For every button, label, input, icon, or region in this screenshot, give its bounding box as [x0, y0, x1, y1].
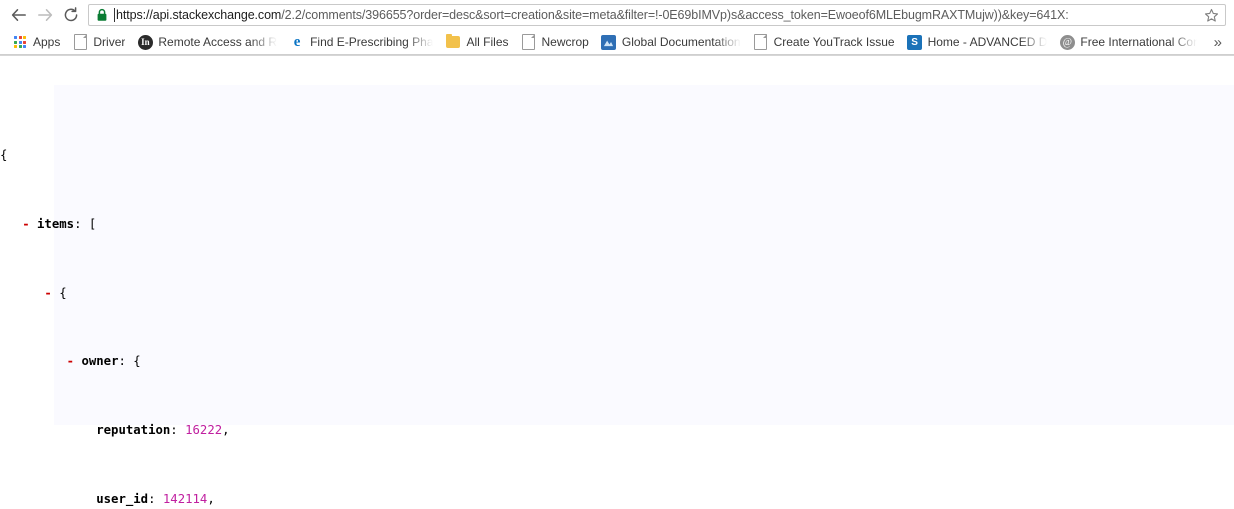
at-circle-icon: @: [1059, 34, 1075, 50]
collapse-toggle-item[interactable]: -: [44, 286, 51, 300]
value-reputation: 16222: [185, 423, 223, 438]
bookmark-remote-access[interactable]: In Remote Access and R: [132, 32, 282, 52]
bookmark-label: Newcrop: [541, 35, 589, 49]
edge-e-icon: e: [293, 33, 301, 50]
owner-open-brace: {: [133, 354, 141, 369]
bookmark-label: All Files: [466, 35, 509, 49]
bookmark-label: Driver: [93, 35, 126, 49]
address-bar-text: https://api.stackexchange.com/2.2/commen…: [116, 8, 1199, 22]
bookmark-global-documentation[interactable]: Global Documentation: [596, 32, 746, 52]
bookmark-newcrop[interactable]: Newcrop: [516, 32, 594, 52]
bookmark-apps[interactable]: Apps: [7, 32, 65, 52]
apps-grid-icon: [12, 34, 28, 50]
text-cursor: [114, 8, 115, 22]
bookmark-free-international[interactable]: @ Free International Cor: [1054, 32, 1202, 52]
key-owner: owner: [81, 354, 119, 369]
bookmark-label: Free International Cor: [1080, 35, 1198, 49]
bookmark-label: Create YouTrack Issue: [773, 35, 895, 49]
url-path: /2.2/comments/396655?order=desc&sort=cre…: [281, 8, 1069, 22]
bookmark-label: Find E-Prescribing Pha: [310, 35, 434, 49]
reload-icon: [62, 6, 80, 24]
collapse-toggle-items[interactable]: -: [22, 217, 29, 231]
collapse-toggle-owner[interactable]: -: [67, 354, 74, 368]
sharepoint-icon: S: [907, 34, 923, 50]
root-open-brace: {: [0, 148, 8, 163]
bookmark-label: Apps: [33, 35, 61, 49]
json-line: - items: [: [22, 216, 97, 231]
json-line: - owner: {: [66, 354, 141, 369]
blue-image-icon: [601, 34, 617, 50]
json-line: user_id: 142114,: [96, 492, 215, 506]
browser-toolbar: https://api.stackexchange.com/2.2/commen…: [0, 0, 1234, 30]
bookmark-home-advanced[interactable]: S Home - ADVANCED D: [902, 32, 1053, 52]
folder-icon: [445, 34, 461, 50]
json-viewer-page: { - items: [ - { - owner: { reputation: …: [0, 56, 1234, 509]
browser-chrome: https://api.stackexchange.com/2.2/commen…: [0, 0, 1234, 56]
bookmarks-overflow-button[interactable]: »: [1210, 35, 1230, 50]
json-document: { - items: [ - { - owner: { reputation: …: [0, 56, 1234, 509]
bookmarks-bar: Apps Driver In Remote Access and R e Fin…: [0, 30, 1234, 55]
arrow-left-icon: [10, 6, 28, 24]
bookmark-label: Global Documentation: [621, 35, 741, 49]
back-button[interactable]: [6, 2, 32, 28]
items-open-bracket: [: [88, 216, 97, 231]
value-user-id: 142114: [162, 492, 208, 506]
bookmark-driver[interactable]: Driver: [67, 32, 130, 52]
bookmark-label: Home - ADVANCED D: [927, 35, 1048, 49]
arrow-right-icon: [36, 6, 54, 24]
logmein-circle-icon: In: [137, 34, 153, 50]
json-line: - {: [0, 285, 1234, 302]
bookmark-label: Remote Access and R: [158, 35, 278, 49]
forward-button[interactable]: [32, 2, 58, 28]
bookmark-all-files[interactable]: All Files: [440, 32, 513, 52]
key-items: items: [37, 216, 75, 231]
bookmark-find-eprescribing[interactable]: e Find E-Prescribing Pha: [284, 32, 438, 52]
lock-icon: [96, 8, 108, 22]
document-icon: [72, 34, 88, 50]
json-line: reputation: 16222,: [96, 423, 230, 438]
key-reputation: reputation: [96, 423, 171, 438]
url-host: https://api.stackexchange.com: [116, 8, 282, 22]
key-user-id: user_id: [96, 492, 149, 506]
item-open-brace: {: [59, 285, 67, 300]
document-icon: [753, 34, 769, 50]
star-icon[interactable]: [1201, 5, 1221, 25]
address-bar[interactable]: https://api.stackexchange.com/2.2/commen…: [88, 4, 1226, 26]
reload-button[interactable]: [58, 2, 84, 28]
document-icon: [521, 34, 537, 50]
json-line: {: [0, 147, 1234, 164]
bookmark-create-youtrack-issue[interactable]: Create YouTrack Issue: [748, 32, 900, 52]
